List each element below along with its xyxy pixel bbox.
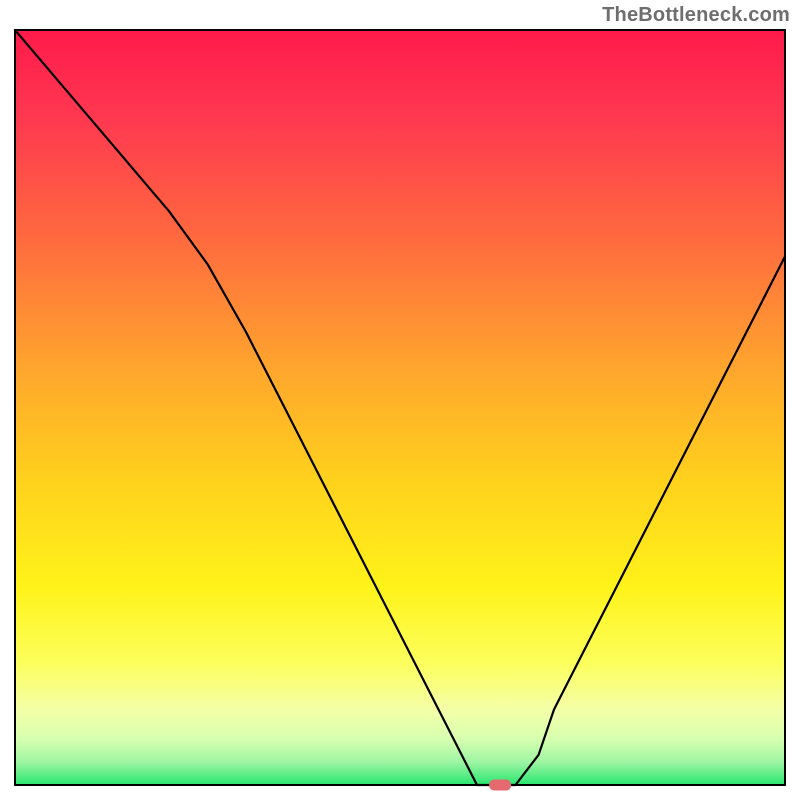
watermark-text: TheBottleneck.com <box>602 4 790 27</box>
plot-background <box>15 30 785 785</box>
chart-container: TheBottleneck.com <box>0 0 800 800</box>
optimal-marker <box>489 780 511 791</box>
bottleneck-chart <box>0 0 800 800</box>
